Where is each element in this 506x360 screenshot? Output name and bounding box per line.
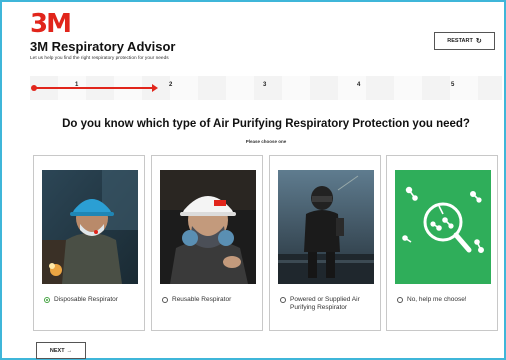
reusable-respirator-photo bbox=[160, 170, 256, 284]
app-subtitle: Let us help you find the right respirato… bbox=[30, 56, 169, 61]
radio-help-choose[interactable] bbox=[397, 297, 403, 303]
option-disposable-label: Disposable Respirator bbox=[54, 296, 118, 303]
radio-reusable[interactable] bbox=[162, 297, 168, 303]
option-help-choose[interactable]: No, help me choose! bbox=[397, 296, 493, 304]
next-label: NEXT bbox=[49, 347, 65, 354]
radio-disposable-checked[interactable] bbox=[44, 297, 50, 303]
option-powered-air-label: Powered or Supplied Air Purifying Respir… bbox=[290, 296, 360, 311]
help-choose-tile bbox=[395, 170, 491, 284]
question-hint: Please choose one bbox=[245, 139, 287, 144]
option-powered-air[interactable]: Powered or Supplied Air Purifying Respir… bbox=[280, 296, 376, 312]
powered-air-respirator-photo bbox=[278, 170, 374, 284]
option-reusable-label: Reusable Respirator bbox=[172, 296, 232, 303]
restart-button[interactable]: RESTART ↻ bbox=[434, 32, 495, 50]
disposable-respirator-photo bbox=[42, 170, 138, 284]
step-2: 2 bbox=[169, 82, 173, 88]
option-card-powered-air[interactable]: Powered or Supplied Air Purifying Respir… bbox=[269, 155, 381, 331]
progress-stepper: 1 2 3 4 5 bbox=[30, 76, 502, 100]
option-card-help-choose[interactable]: No, help me choose! bbox=[386, 155, 498, 331]
step-4: 4 bbox=[357, 82, 361, 88]
arrow-right-icon: → bbox=[66, 347, 73, 354]
question-title: Do you know which type of Air Purifying … bbox=[62, 118, 470, 130]
option-disposable[interactable]: Disposable Respirator bbox=[44, 296, 140, 304]
stepper-progress-line bbox=[34, 87, 155, 89]
brand-logo: 3M bbox=[30, 9, 72, 39]
stepper-start-dot bbox=[31, 85, 37, 91]
option-reusable[interactable]: Reusable Respirator bbox=[162, 296, 258, 304]
app-title: 3M Respiratory Advisor bbox=[30, 39, 176, 54]
step-5: 5 bbox=[451, 82, 455, 88]
stepper-arrow-icon bbox=[152, 84, 158, 92]
option-help-choose-label: No, help me choose! bbox=[407, 296, 467, 303]
step-1: 1 bbox=[75, 82, 79, 88]
step-3: 3 bbox=[263, 82, 267, 88]
radio-powered-air[interactable] bbox=[280, 297, 286, 303]
restart-label: RESTART bbox=[447, 38, 473, 44]
option-card-reusable[interactable]: Reusable Respirator bbox=[151, 155, 263, 331]
restart-icon: ↻ bbox=[475, 37, 482, 45]
option-card-disposable[interactable]: Disposable Respirator bbox=[33, 155, 145, 331]
next-button[interactable]: NEXT → bbox=[36, 342, 86, 359]
